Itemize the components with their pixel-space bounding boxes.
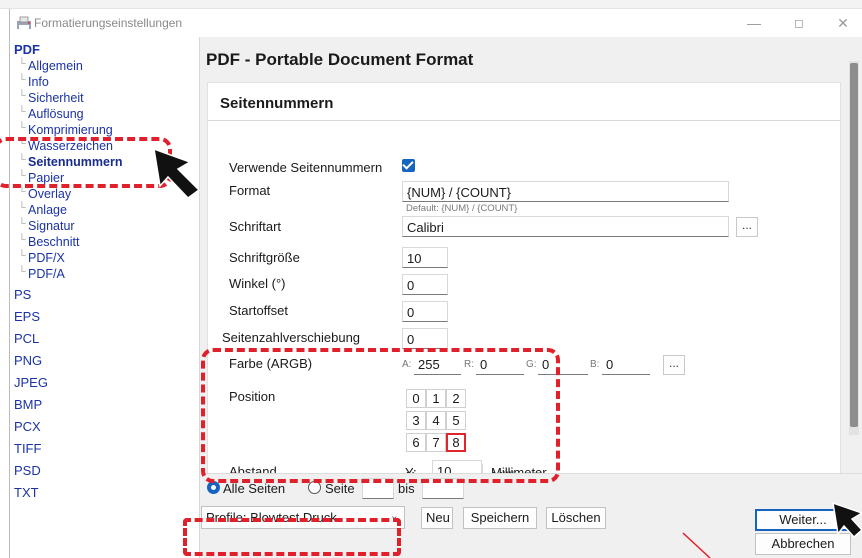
cursor-arrow-icon <box>832 501 862 539</box>
annotation-line <box>682 532 711 558</box>
annotation-overlay <box>153 147 862 558</box>
cursor-arrow-icon <box>153 147 201 199</box>
